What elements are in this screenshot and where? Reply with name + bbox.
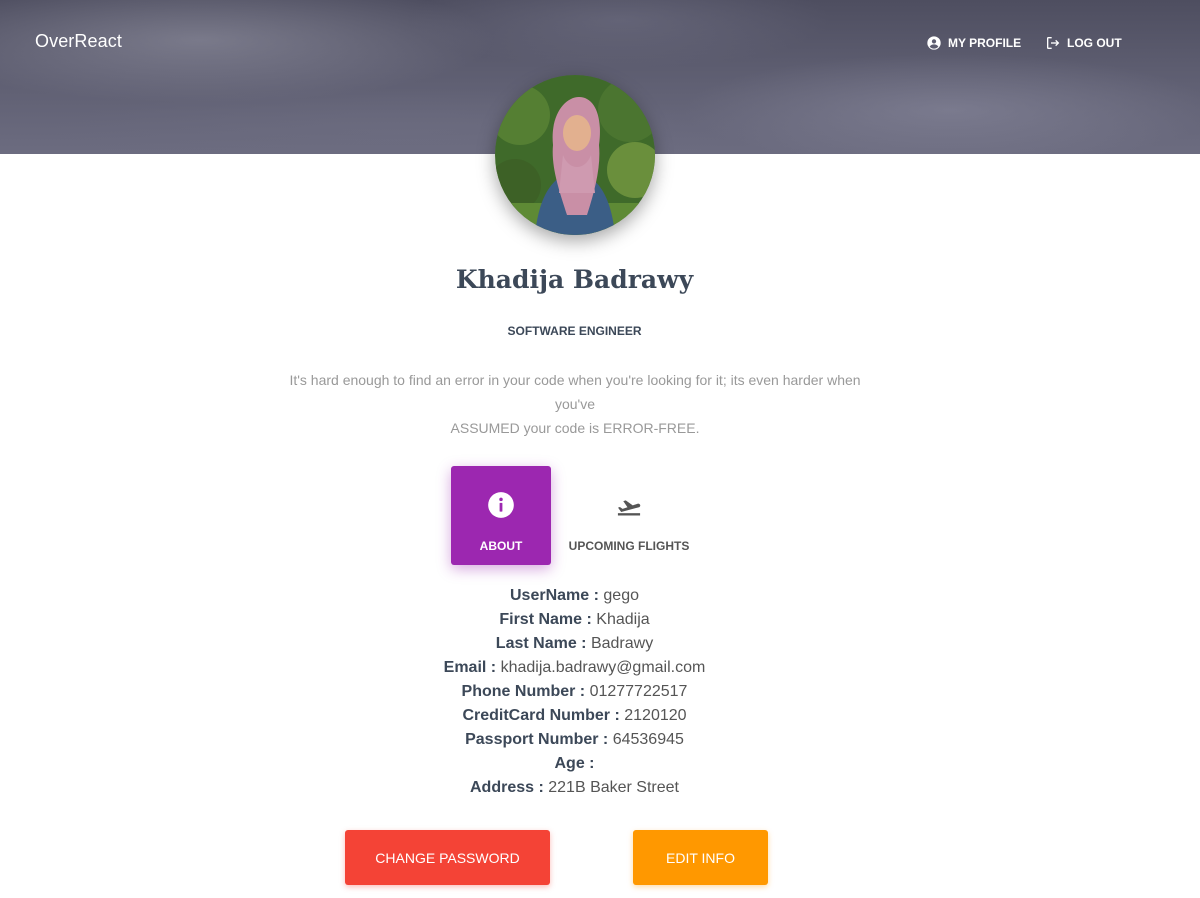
detail-row-address: Address : 221B Baker Street [0,776,1149,800]
detail-label: UserName : [510,587,599,604]
detail-label: Passport Number : [465,731,609,748]
detail-value: 221B Baker Street [548,779,679,796]
tab-upcoming-flights[interactable]: UPCOMING FLIGHTS [568,466,690,565]
quote-line-1: It's hard enough to find an error in you… [289,372,861,412]
detail-label: Phone Number : [461,683,586,700]
detail-value: 2120120 [624,707,687,724]
info-icon [487,491,515,519]
profile-name: Khadija Badrawy [455,265,694,294]
profile-quote: It's hard enough to find an error in you… [270,368,880,440]
detail-row-first-name: First Name : Khadija [0,608,1149,632]
my-profile-link[interactable]: MY PROFILE [926,33,1021,53]
my-profile-label: MY PROFILE [948,36,1022,50]
flight-takeoff-icon [615,491,643,519]
detail-label: Last Name : [495,635,587,652]
detail-label: Address : [470,779,544,796]
detail-row-creditcard: CreditCard Number : 2120120 [0,704,1149,728]
detail-value: gego [603,587,639,604]
detail-row-passport: Passport Number : 64536945 [0,728,1149,752]
tab-about-label: ABOUT [479,539,523,553]
change-password-button[interactable]: CHANGE PASSWORD [345,830,550,885]
edit-info-button[interactable]: EDIT INFO [633,830,768,885]
detail-row-email: Email : khadija.badrawy@gmail.com [0,656,1149,680]
detail-row-last-name: Last Name : Badrawy [0,632,1149,656]
detail-label: Age : [554,755,595,772]
detail-value: 01277722517 [589,683,688,700]
detail-label: CreditCard Number : [462,707,620,724]
quote-line-2: ASSUMED your code is ERROR-FREE. [450,420,700,436]
detail-value: Khadija [596,611,650,628]
account-circle-icon [926,35,942,51]
detail-value: khadija.badrawy@gmail.com [500,659,706,676]
detail-value: 64536945 [612,731,684,748]
brand-logo[interactable]: OverReact [35,31,122,52]
logout-label: LOG OUT [1067,36,1122,50]
logout-icon [1045,35,1061,51]
detail-label: First Name : [499,611,592,628]
detail-row-phone: Phone Number : 01277722517 [0,680,1149,704]
detail-value: Badrawy [590,635,654,652]
logout-link[interactable]: LOG OUT [1045,33,1122,53]
detail-row-age: Age : [0,752,1149,776]
profile-avatar [495,75,655,235]
profile-title: SOFTWARE ENGINEER [507,324,642,338]
detail-row-username: UserName : gego [0,584,1149,608]
detail-label: Email : [443,659,497,676]
profile-details: UserName : gego First Name : Khadija Las… [0,584,1149,800]
tab-about[interactable]: ABOUT [451,466,551,565]
tab-upcoming-flights-label: UPCOMING FLIGHTS [568,539,690,553]
